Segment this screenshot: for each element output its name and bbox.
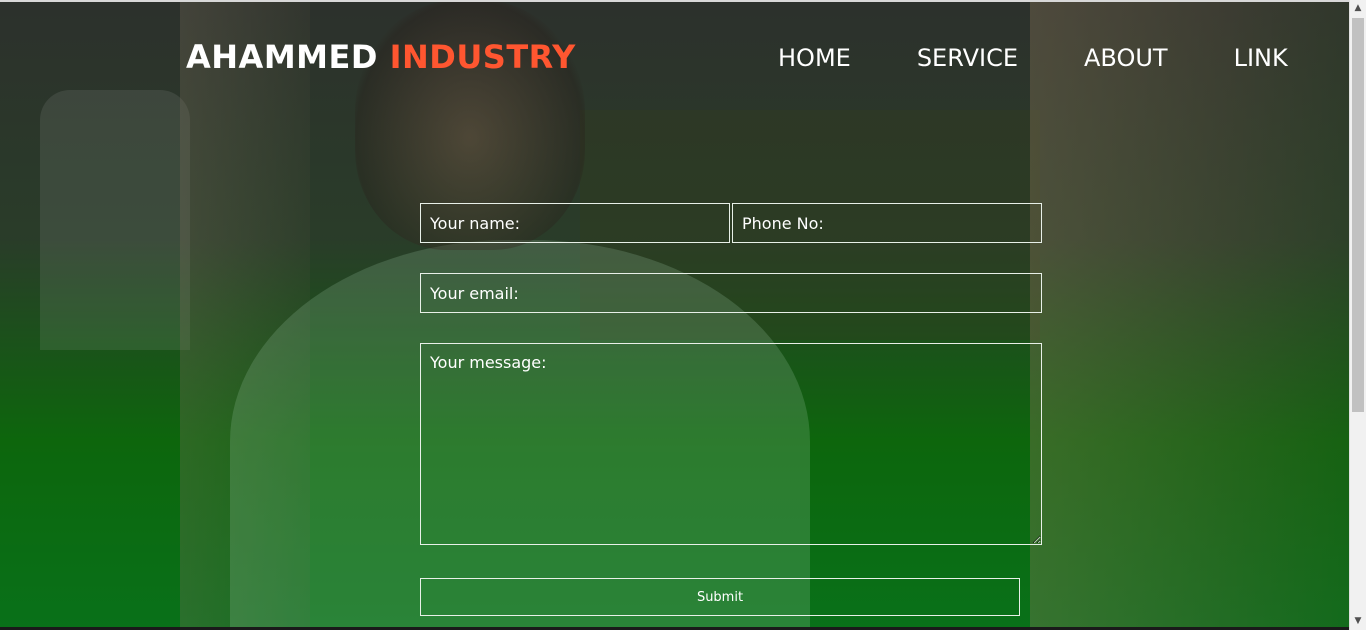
vertical-scrollbar[interactable]: ▲ ▼ [1349, 0, 1366, 630]
chevron-up-icon[interactable]: ▲ [1350, 0, 1366, 17]
nav-link-about[interactable]: ABOUT [1084, 44, 1168, 72]
nav-link-home[interactable]: HOME [778, 44, 851, 72]
main-nav: HOME SERVICE ABOUT LINK [778, 44, 1288, 72]
phone-input[interactable] [732, 203, 1042, 243]
logo-accent-text: INDUSTRY [389, 38, 576, 76]
site-logo[interactable]: AHAMMED INDUSTRY [186, 38, 576, 76]
hero-section: AHAMMED INDUSTRY HOME SERVICE ABOUT LINK… [0, 0, 1349, 630]
message-textarea[interactable] [420, 343, 1042, 545]
submit-button[interactable]: Submit [420, 578, 1020, 616]
email-input[interactable] [420, 273, 1042, 313]
chevron-down-icon[interactable]: ▼ [1350, 613, 1366, 630]
nav-link-service[interactable]: SERVICE [917, 44, 1018, 72]
scrollbar-thumb[interactable] [1352, 18, 1364, 412]
nav-link-link[interactable]: LINK [1234, 44, 1288, 72]
name-input[interactable] [420, 203, 730, 243]
background-figure [40, 90, 190, 350]
logo-primary-text: AHAMMED [186, 38, 378, 76]
background-tree-trunk [1030, 0, 1349, 630]
window-top-edge [0, 0, 1349, 2]
